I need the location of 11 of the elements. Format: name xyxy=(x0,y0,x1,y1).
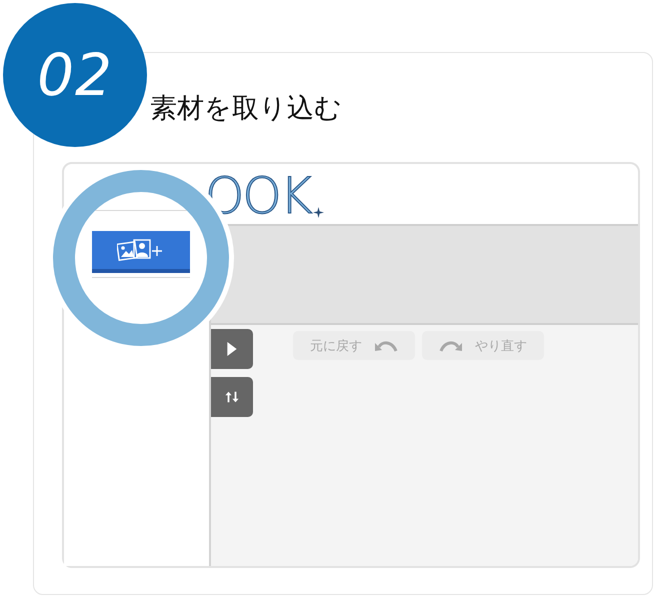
play-icon xyxy=(225,342,239,356)
star-icon xyxy=(312,207,324,218)
undo-icon xyxy=(374,338,398,352)
swap-arrows-icon xyxy=(225,390,239,404)
step-title: 素材を取り込む xyxy=(150,92,343,126)
step-number: 02 xyxy=(3,3,147,147)
play-button[interactable] xyxy=(211,329,253,369)
photos-plus-icon xyxy=(117,238,165,262)
reorder-button[interactable] xyxy=(211,377,253,417)
add-image-button[interactable] xyxy=(92,231,190,273)
redo-icon xyxy=(439,338,463,352)
